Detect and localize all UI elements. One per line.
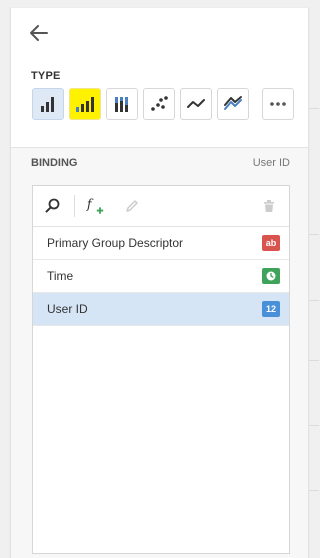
- trash-icon: [264, 200, 274, 212]
- area-chart-icon: [224, 96, 242, 110]
- arrow-left-icon: [30, 25, 48, 41]
- chart-type-line-button[interactable]: [180, 88, 212, 120]
- more-icon: [270, 102, 286, 106]
- back-button[interactable]: [27, 22, 51, 44]
- binding-field-list: f Primary Group Descriptor ab Time User …: [32, 185, 290, 554]
- list-item-time[interactable]: Time: [33, 260, 289, 293]
- list-item-label: Time: [47, 269, 74, 283]
- chart-settings-panel: TYPE BINDING User ID f Primary Group Des…: [10, 8, 309, 558]
- time-type-icon: [262, 268, 280, 284]
- search-button[interactable]: [43, 196, 63, 216]
- chart-type-scatter-button[interactable]: [143, 88, 175, 120]
- clock-icon: [266, 271, 276, 281]
- binding-toolbar: f: [33, 186, 289, 227]
- toolbar-separator: [74, 195, 75, 217]
- chart-type-bar-button[interactable]: [32, 88, 64, 120]
- edit-button[interactable]: [122, 196, 142, 216]
- add-formula-button[interactable]: f: [85, 196, 105, 216]
- number-type-icon: 12: [262, 301, 280, 317]
- chart-type-more-button[interactable]: [262, 88, 294, 120]
- type-section-label: TYPE: [31, 70, 61, 82]
- edit-icon: [126, 200, 138, 212]
- list-item-user-id[interactable]: User ID 12: [33, 293, 289, 326]
- binding-section-label: BINDING: [31, 157, 78, 169]
- chart-type-bar-alt-button[interactable]: [69, 88, 101, 120]
- add-formula-icon: f: [86, 197, 104, 214]
- chart-type-area-button[interactable]: [217, 88, 249, 120]
- bar-chart-highlighted-icon: [76, 97, 94, 112]
- list-item-label: Primary Group Descriptor: [47, 236, 184, 250]
- binding-current-value: User ID: [252, 157, 290, 169]
- search-icon: [45, 198, 60, 213]
- text-type-icon: ab: [262, 235, 280, 251]
- scatter-chart-icon: [151, 96, 168, 111]
- line-chart-icon: [187, 99, 205, 108]
- list-item-primary-group-descriptor[interactable]: Primary Group Descriptor ab: [33, 227, 289, 260]
- svg-text:f: f: [86, 197, 94, 212]
- stacked-bar-chart-icon: [115, 97, 128, 112]
- bar-chart-icon: [41, 97, 54, 112]
- chart-type-stacked-bar-button[interactable]: [106, 88, 138, 120]
- delete-button[interactable]: [259, 196, 279, 216]
- list-item-label: User ID: [47, 302, 88, 316]
